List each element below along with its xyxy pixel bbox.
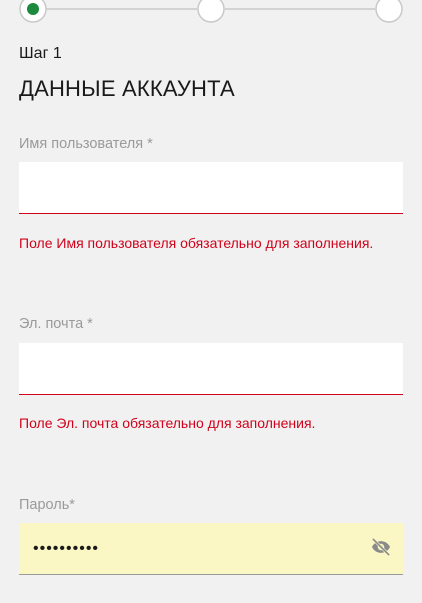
step-1-active-dot (27, 3, 39, 15)
step-3-indicator[interactable] (375, 0, 403, 23)
stepper (0, 0, 422, 30)
username-error: Поле Имя пользователя обязательно для за… (19, 235, 374, 251)
username-label: Имя пользователя * (19, 136, 153, 152)
eye-off-icon[interactable] (370, 537, 392, 557)
step-2-indicator[interactable] (197, 0, 225, 23)
step-label: Шаг 1 (19, 45, 62, 62)
email-error: Поле Эл. почта обязательно для заполнени… (19, 415, 316, 431)
stepper-graphic (19, 0, 403, 23)
email-input[interactable] (19, 343, 403, 395)
password-label: Пароль* (19, 497, 75, 513)
signup-form-page: Шаг 1 ДАННЫЕ АККАУНТА Имя пользователя *… (0, 0, 422, 603)
password-input[interactable] (19, 523, 403, 575)
username-input[interactable] (19, 162, 403, 214)
section-title: ДАННЫЕ АККАУНТА (19, 76, 235, 101)
step-1-indicator[interactable] (19, 0, 47, 23)
email-label: Эл. почта * (19, 316, 93, 332)
